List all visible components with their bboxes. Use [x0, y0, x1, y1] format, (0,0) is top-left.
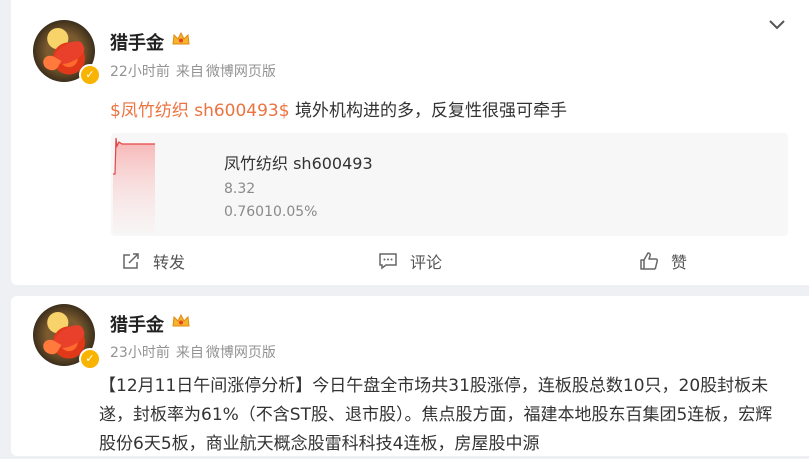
username[interactable]: 猎手金	[110, 311, 164, 337]
post-time[interactable]: 22小时前	[110, 64, 170, 80]
source-prefix: 来自	[175, 64, 204, 80]
verified-badge-icon: ✓	[79, 348, 101, 370]
comment-button[interactable]: 评论	[378, 248, 442, 274]
post-content: 境外机构进的多，反复性很强可牵手	[289, 101, 567, 121]
repost-label: 转发	[153, 253, 186, 272]
stock-tag-link[interactable]: $凤竹纺织 sh600493$	[110, 101, 290, 121]
chevron-down-icon[interactable]	[767, 18, 787, 32]
post-source: 微博网页版	[205, 64, 276, 80]
stock-card[interactable]: 凤竹纺织 sh600493 8.32 0.76010.05%	[111, 133, 788, 236]
like-icon	[640, 252, 659, 270]
comment-label: 评论	[410, 253, 443, 272]
stock-change: 0.76010.05%	[224, 204, 318, 220]
verified-badge-icon: ✓	[79, 64, 101, 86]
stock-sparkline	[113, 137, 155, 233]
post-time[interactable]: 23小时前	[110, 345, 170, 361]
source-prefix: 来自	[175, 345, 204, 361]
repost-icon	[123, 253, 139, 269]
post-source: 微博网页版	[205, 345, 276, 361]
stock-name: 凤竹纺织 sh600493	[224, 154, 373, 173]
username[interactable]: 猎手金	[110, 29, 164, 55]
crown-badge-icon	[172, 313, 190, 327]
comment-icon	[379, 253, 397, 270]
like-label: 赞	[671, 253, 688, 272]
post-meta: 23小时前 来自 微博网页版	[110, 342, 282, 362]
post-meta: 22小时前 来自 微博网页版	[110, 61, 282, 81]
crown-badge-icon	[172, 31, 190, 45]
post-text: $凤竹纺织 sh600493$ 境外机构进的多，反复性很强可牵手	[110, 96, 567, 121]
repost-button[interactable]: 转发	[121, 248, 185, 274]
weibo-post-card: ✓ 猎手金 22小时前 来自 微博网页版 $凤竹纺织 sh600493$ 境外机构进…	[11, 0, 809, 285]
stock-price: 8.32	[224, 181, 256, 197]
post-body-text: 【12月11日午间涨停分析】今日午盘全市场共31股涨停，连板股总数10只，20股…	[99, 376, 773, 454]
like-button[interactable]: 赞	[639, 248, 687, 274]
